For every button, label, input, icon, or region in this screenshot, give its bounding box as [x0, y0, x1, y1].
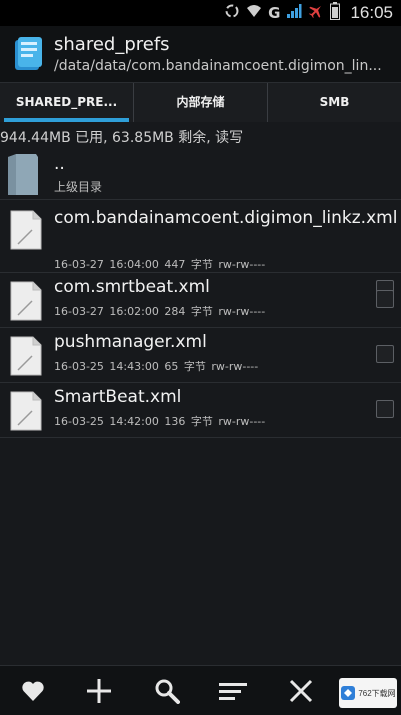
file-name: com.smrtbeat.xml [54, 277, 210, 297]
airplane-icon [308, 3, 324, 23]
file-checkbox[interactable] [376, 345, 394, 363]
wifi-icon [246, 4, 262, 22]
file-row[interactable]: SmartBeat.xml 16-03-25 14:42:00 136 字节 r… [0, 383, 401, 438]
file-name: com.bandainamcoent.digimon_linkz.xml [54, 208, 398, 228]
app-icon[interactable] [13, 36, 45, 72]
file-meta: 16-03-25 14:42:00 136 字节 rw-rw---- [54, 415, 266, 428]
sync-icon [224, 3, 240, 23]
document-icon [10, 391, 42, 431]
file-name: SmartBeat.xml [54, 387, 182, 407]
file-row[interactable]: com.bandainamcoent.digimon_linkz.xml 16-… [0, 200, 401, 298]
document-icon [10, 210, 42, 250]
tab-shared-prefs[interactable]: SHARED_PRE... [0, 83, 133, 122]
signal-icon [286, 3, 302, 23]
page-title: shared_prefs [54, 34, 170, 55]
file-list: .. 上级目录 com.bandainamcoent.digimon_linkz… [0, 150, 401, 438]
parent-dir-name: .. [54, 154, 65, 174]
battery-icon [330, 2, 341, 24]
file-row[interactable]: com.smrtbeat.xml 16-03-27 16:02:00 284 字… [0, 273, 401, 328]
status-bar: G 16:05 [0, 0, 401, 26]
parent-dir-label: 上级目录 [54, 180, 103, 194]
file-row[interactable]: pushmanager.xml 16-03-25 14:43:00 65 字节 … [0, 328, 401, 383]
file-checkbox[interactable] [376, 400, 394, 418]
storage-info: 944.44MB 已用, 63.85MB 剩余, 读写 [0, 130, 244, 146]
current-path: /data/data/com.bandainamcoent.digimon_li… [54, 58, 382, 74]
search-icon[interactable] [152, 676, 182, 706]
file-meta: 16-03-27 16:04:00 447 字节 rw-rw---- [54, 258, 266, 271]
file-checkbox[interactable] [376, 290, 394, 308]
bottom-toolbar: 762下载网 [0, 665, 401, 715]
document-icon [10, 281, 42, 321]
clock: 16:05 [350, 3, 393, 22]
close-icon[interactable] [286, 676, 316, 706]
folder-icon [6, 153, 40, 197]
network-type: G [268, 4, 281, 22]
title-bar: shared_prefs /data/data/com.bandainamcoe… [0, 26, 401, 82]
tab-smb[interactable]: SMB [267, 83, 401, 122]
watermark-text: 762下载网 [358, 688, 396, 698]
parent-directory-row[interactable]: .. 上级目录 [0, 150, 401, 200]
file-name: pushmanager.xml [54, 332, 207, 352]
tab-internal-storage[interactable]: 内部存储 [133, 83, 267, 122]
document-icon [10, 336, 42, 376]
tab-bar: SHARED_PRE... 内部存储 SMB [0, 82, 401, 122]
plus-icon[interactable] [84, 676, 114, 706]
sort-icon[interactable] [218, 676, 248, 706]
heart-icon[interactable] [18, 676, 48, 706]
watermark-logo: 762下载网 [339, 678, 397, 708]
file-meta: 16-03-25 14:43:00 65 字节 rw-rw---- [54, 360, 259, 373]
file-meta: 16-03-27 16:02:00 284 字节 rw-rw---- [54, 305, 266, 318]
